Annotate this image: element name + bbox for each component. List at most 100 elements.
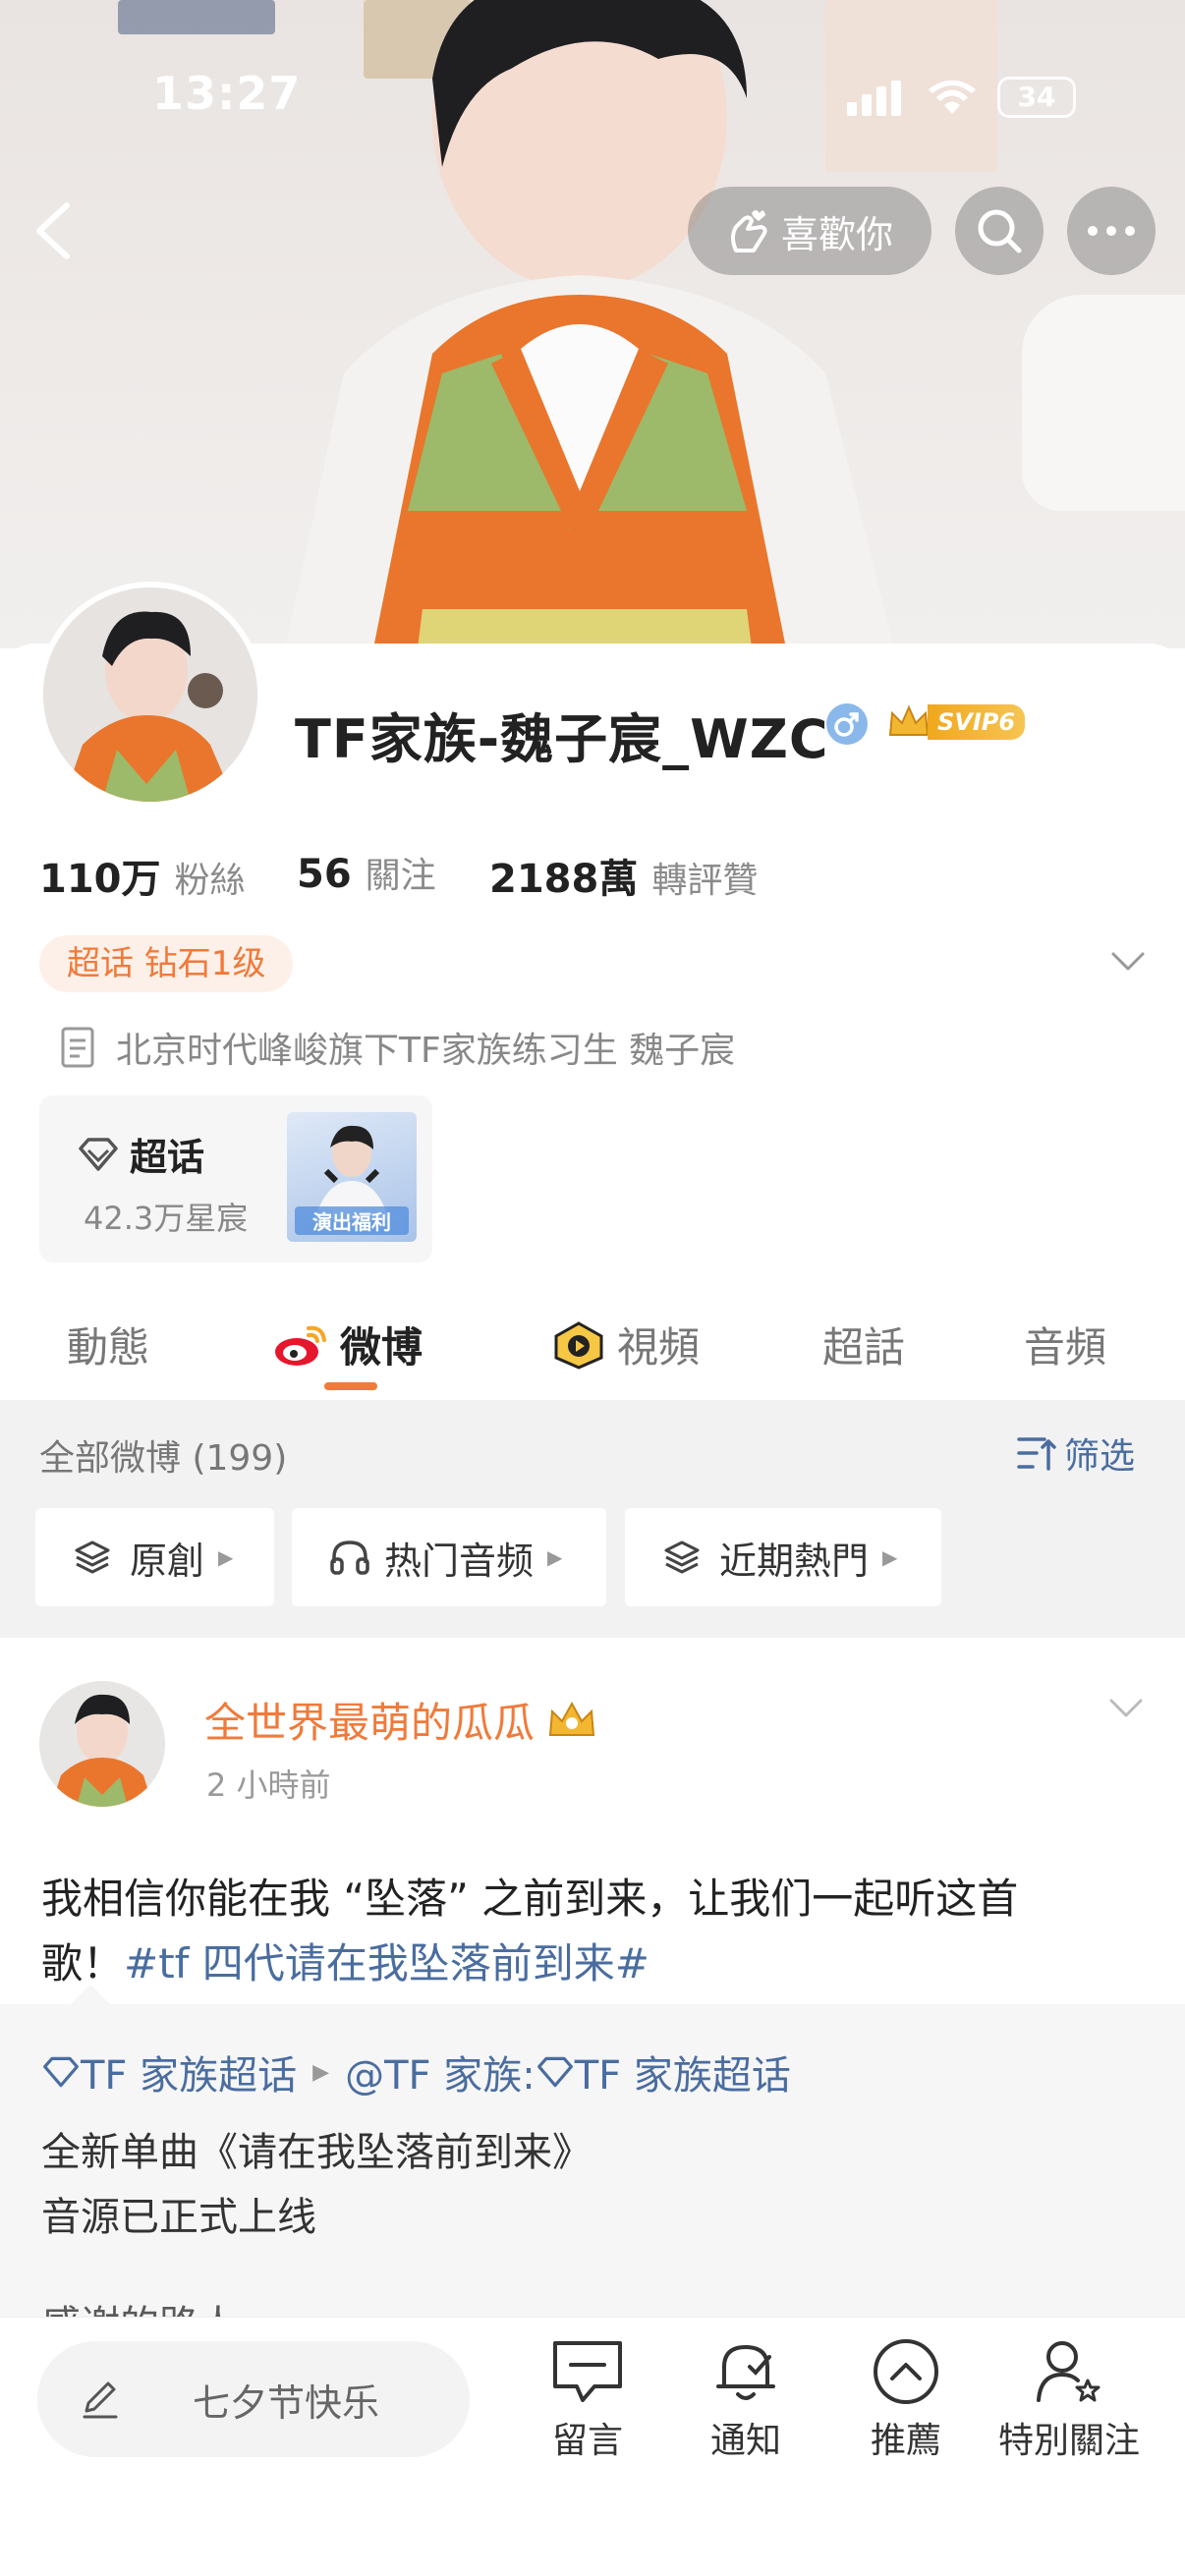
chip-original[interactable]: 原創 ▶ xyxy=(35,1508,274,1606)
nav-special-follow-label: 特別關注 xyxy=(997,2421,1140,2461)
post-author-avatar[interactable] xyxy=(39,1681,165,1807)
back-icon[interactable] xyxy=(29,201,79,260)
fans-stat[interactable]: 110万 粉絲 xyxy=(39,847,246,904)
diamond-icon xyxy=(536,2056,573,2088)
wifi-icon xyxy=(929,81,976,114)
filter-button[interactable]: 筛选 xyxy=(1017,1428,1135,1479)
thumbnail-caption: 演出福利 xyxy=(295,1206,409,1235)
chair-cushion xyxy=(1022,295,1185,511)
chip-recent-hot-label: 近期熱門 xyxy=(719,1539,870,1583)
male-gender-icon xyxy=(826,703,868,745)
post-author-name[interactable]: 全世界最萌的瓜瓜 xyxy=(204,1690,535,1750)
supertopic-card[interactable]: 超话 42.3万星宸 演出福利 xyxy=(39,1095,432,1262)
tab-audio[interactable]: 音頻 xyxy=(1024,1315,1106,1374)
post-text-line1: 我相信你能在我 “坠落” 之前到来，让我们一起听这首 xyxy=(41,1875,1019,1923)
quote-author[interactable]: @TF 家族: xyxy=(345,2044,536,2100)
post-hashtag[interactable]: #tf 四代请在我坠落前到来# xyxy=(124,1939,649,1988)
compose-box[interactable]: 七夕节快乐 xyxy=(37,2341,470,2457)
quote-line1: 全新单曲《请在我坠落前到来》 xyxy=(41,2130,592,2175)
quote-pointer xyxy=(69,1985,112,2006)
filter-label: 筛选 xyxy=(1064,1436,1136,1477)
nav-comment-label: 留言 xyxy=(551,2421,623,2461)
more-icon xyxy=(1088,226,1135,236)
quote-separator: ▶ xyxy=(312,2059,330,2085)
fans-count: 110万 xyxy=(39,857,161,902)
diamond-icon xyxy=(43,2056,79,2088)
bio: 北京时代峰峻旗下TF家族练习生 魏子宸 xyxy=(59,1022,735,1073)
interactions-label: 轉評贊 xyxy=(651,861,759,901)
tab-audio-label: 音頻 xyxy=(1024,1323,1107,1372)
like-label: 喜歡你 xyxy=(780,212,893,256)
nickname: TF家族-魏子宸_WZC xyxy=(295,696,828,773)
like-button[interactable]: 喜歡你 xyxy=(688,187,931,275)
tab-supertopic-label: 超話 xyxy=(822,1323,906,1372)
profile-tabs: 動態 微博 視頻 超話 音頻 xyxy=(0,1297,1185,1395)
post-avatar-image xyxy=(51,1694,153,1807)
bottom-bar: 七夕节快乐 留言 通知 推薦 特別關注 xyxy=(0,2317,1185,2576)
filter-bar: 全部微博 (199) 筛选 原創 ▶ 热门音频 ▶ 近期熱門 ▶ xyxy=(0,1400,1185,1638)
nav-recommend[interactable]: 推薦 xyxy=(832,2337,980,2463)
nav-special-follow[interactable]: 特別關注 xyxy=(986,2337,1153,2463)
comment-icon xyxy=(553,2341,622,2402)
crown-icon xyxy=(888,704,930,736)
all-weibo-count: 全部微博 (199) xyxy=(39,1438,288,1479)
avatar[interactable] xyxy=(37,582,263,808)
tab-dynamic-label: 動態 xyxy=(67,1323,150,1372)
supertopic-level-tag[interactable]: 超话 钻石1级 xyxy=(39,935,294,992)
signal-icon xyxy=(847,81,906,116)
heart-hand-icon xyxy=(730,210,767,252)
post-time: 2 小時前 xyxy=(206,1766,331,1804)
quote-source2[interactable]: TF 家族超话 xyxy=(575,2044,791,2100)
following-stat[interactable]: 56 關注 xyxy=(297,847,436,898)
quote-source1[interactable]: TF 家族超话 xyxy=(81,2044,297,2100)
diamond-icon xyxy=(79,1137,118,1171)
interactions-count: 2188萬 xyxy=(489,857,639,902)
chevron-down-icon[interactable] xyxy=(1110,951,1146,973)
pencil-icon xyxy=(83,2381,118,2419)
filter-icon xyxy=(1017,1437,1056,1471)
fans-label: 粉絲 xyxy=(174,861,246,901)
more-button[interactable] xyxy=(1067,187,1156,275)
tab-weibo[interactable]: 微博 xyxy=(273,1315,423,1374)
tab-supertopic[interactable]: 超話 xyxy=(822,1315,905,1374)
nav-comment[interactable]: 留言 xyxy=(514,2337,661,2463)
status-bar: 13:27 34 xyxy=(0,59,1185,138)
search-icon xyxy=(978,209,1022,253)
quote-source-row: TF 家族超话 ▶ @TF 家族: TF 家族超话 xyxy=(41,2044,791,2100)
user-star-icon xyxy=(1037,2341,1100,2402)
avatar-image xyxy=(43,588,257,802)
status-time: 13:27 xyxy=(152,67,302,120)
search-button[interactable] xyxy=(955,187,1044,275)
chip-recent-hot[interactable]: 近期熱門 ▶ xyxy=(625,1508,941,1606)
quote-line2: 音源已正式上线 xyxy=(41,2195,316,2240)
chip-original-label: 原創 xyxy=(130,1539,205,1583)
post-text: 我相信你能在我 “坠落” 之前到来，让我们一起听这首 歌！#tf 四代请在我坠落… xyxy=(41,1867,1152,1996)
post-menu-chevron-icon[interactable] xyxy=(1108,1698,1144,1719)
nickname-text: TF家族-魏子宸_WZC xyxy=(295,708,829,770)
supertopic-title: 超话 xyxy=(130,1136,205,1179)
bio-text: 北京时代峰峻旗下TF家族练习生 魏子宸 xyxy=(116,1031,736,1071)
svip-badge[interactable]: SVIP6 xyxy=(886,700,1030,745)
compose-placeholder: 七夕节快乐 xyxy=(193,2380,380,2425)
bell-icon xyxy=(716,2345,775,2400)
headphones-icon xyxy=(330,1540,369,1575)
battery-indicator: 34 xyxy=(997,77,1076,118)
svip-label: SVIP6 xyxy=(928,704,1026,740)
following-count: 56 xyxy=(297,852,352,897)
interactions-stat[interactable]: 2188萬 轉評贊 xyxy=(489,847,758,904)
tab-video[interactable]: 視頻 xyxy=(550,1315,700,1374)
tab-weibo-label: 微博 xyxy=(340,1323,423,1372)
post-author-row: 全世界最萌的瓜瓜 xyxy=(204,1690,599,1750)
chip-hot-audio[interactable]: 热门音频 ▶ xyxy=(292,1508,606,1606)
weibo-icon xyxy=(275,1325,326,1366)
chip-hot-audio-label: 热门音频 xyxy=(384,1539,535,1583)
tab-dynamic[interactable]: 動態 xyxy=(67,1315,149,1374)
supertopic-thumbnail: 演出福利 xyxy=(287,1112,417,1242)
active-tab-indicator xyxy=(324,1382,377,1390)
layers-icon xyxy=(75,1540,110,1574)
nav-notify[interactable]: 通知 xyxy=(672,2337,819,2463)
following-label: 關注 xyxy=(365,856,436,896)
layers-icon xyxy=(664,1540,700,1574)
crown-badge-icon xyxy=(548,1701,595,1736)
post-text-line2: 歌！#tf 四代请在我坠落前到来# xyxy=(41,1932,1152,1996)
